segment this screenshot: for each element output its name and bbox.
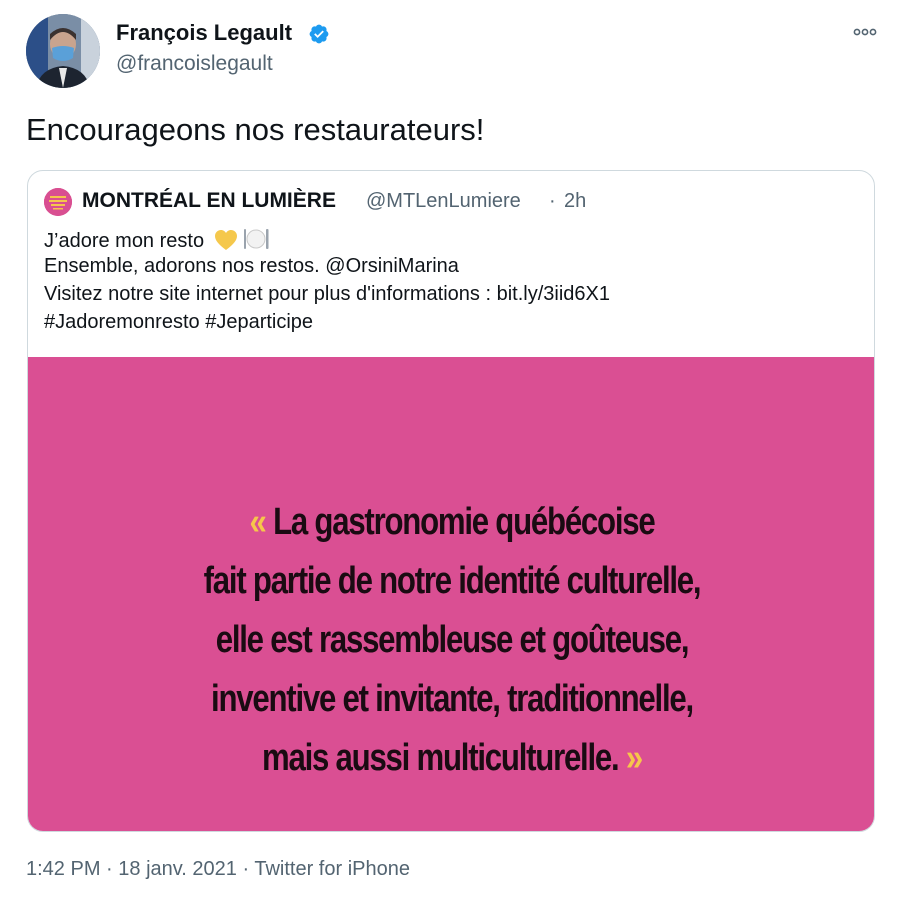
quoted-text-line: J’adore mon resto	[44, 227, 270, 253]
image-quote-line-1: « La gastronomie québécoise	[249, 501, 656, 543]
quoted-text-line-1: J’adore mon resto	[44, 230, 205, 252]
close-quote-mark: »	[625, 737, 643, 779]
author-avatar[interactable]	[26, 14, 100, 88]
separator-dot: ·	[549, 190, 556, 212]
tweet-meta: 1:42 PM · 18 janv. 2021 · Twitter for iP…	[26, 858, 410, 881]
author-handle[interactable]: @francoislegault	[116, 52, 273, 76]
verified-badge-icon	[309, 24, 329, 44]
image-quote-line-2: fait partie de notre identité culturelle…	[203, 560, 702, 602]
image-quote-line-5: mais aussi multiculturelle. »	[262, 737, 643, 779]
image-quote-text: « La gastronomie québécoise fait partie …	[104, 493, 799, 788]
quoted-text-line-4: #Jadoremonresto #Jeparticipe	[44, 311, 314, 333]
fork-knife-plate-emoji	[243, 229, 269, 249]
meta-separator: ·	[242, 858, 250, 880]
quoted-author-handle[interactable]: @MTLenLumiere	[366, 190, 521, 213]
quoted-text-line-2: Ensemble, adorons nos restos. @OrsiniMar…	[44, 255, 459, 277]
image-quote-line-4: inventive et invitante, traditionnelle,	[211, 678, 694, 720]
image-quote-line-3: elle est rassembleuse et goûteuse,	[215, 619, 690, 661]
quoted-timestamp[interactable]: 2h	[564, 190, 586, 213]
tweet-source[interactable]: Twitter for iPhone	[254, 858, 410, 880]
quoted-avatar-logo	[44, 188, 72, 216]
tweet-time[interactable]: 1:42 PM	[26, 858, 100, 880]
tweet-text: Encourageons nos restaurateurs!	[26, 112, 485, 147]
tweet-date[interactable]: 18 janv. 2021	[118, 858, 237, 880]
author-name[interactable]: François Legault	[116, 20, 292, 46]
avatar-photo	[26, 14, 100, 88]
quoted-text-line-3: Visitez notre site internet pour plus d'…	[44, 283, 610, 305]
quoted-tweet-card[interactable]: MONTRÉAL EN LUMIÈRE @MTLenLumiere · 2h J…	[27, 170, 875, 832]
open-quote-mark: «	[249, 501, 267, 543]
quoted-media-image[interactable]: « La gastronomie québécoise fait partie …	[28, 357, 874, 831]
yellow-heart-emoji	[214, 230, 237, 250]
more-options-icon[interactable]	[852, 22, 878, 42]
quoted-author-name[interactable]: MONTRÉAL EN LUMIÈRE	[82, 189, 336, 213]
meta-separator: ·	[106, 858, 113, 880]
quoted-author-avatar[interactable]	[44, 188, 72, 216]
